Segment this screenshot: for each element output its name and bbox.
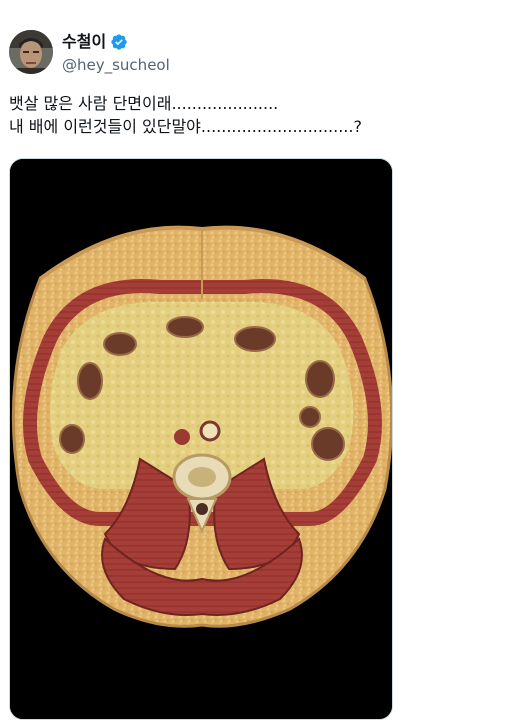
tweet-text: 뱃살 많은 사람 단면이래..................... 내 배에 … [9, 92, 505, 138]
tweet-text-line-1: 뱃살 많은 사람 단면이래..................... [9, 94, 279, 113]
avatar-image [9, 30, 53, 74]
avatar[interactable] [9, 30, 53, 74]
tweet-text-line-2: 내 배에 이런것들이 있단말야.........................… [9, 117, 362, 136]
tweet-header: 수철이 @hey_sucheol [9, 30, 170, 75]
verified-badge-icon [110, 33, 128, 51]
abdominal-cross-section-image [10, 159, 392, 719]
user-handle[interactable]: @hey_sucheol [62, 55, 170, 75]
tweet-media-image[interactable] [9, 158, 393, 720]
display-name[interactable]: 수철이 [62, 32, 106, 52]
